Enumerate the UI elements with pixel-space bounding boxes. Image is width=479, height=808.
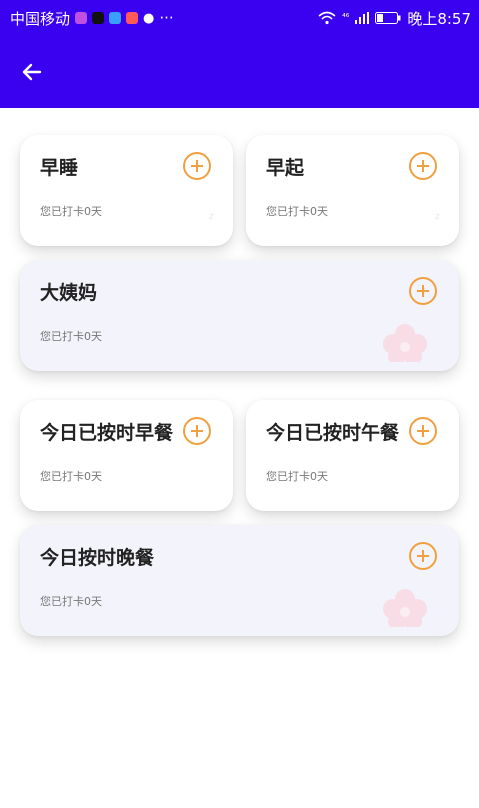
add-checkin-button[interactable] <box>409 417 437 445</box>
svg-text:z: z <box>209 212 214 222</box>
card-title: 今日已按时早餐 <box>40 422 174 444</box>
moon-icon: z <box>420 208 443 231</box>
video-icon <box>126 12 139 24</box>
back-arrow-icon[interactable] <box>18 58 46 86</box>
card-title: 早起 <box>266 157 305 179</box>
network-type-label: ⁴⁶ <box>342 13 350 23</box>
card-checkin-count: 您已打卡0天 <box>266 470 328 483</box>
checkin-card-lunch[interactable]: 今日已按时午餐 您已打卡0天 <box>246 400 459 511</box>
checkin-card-period[interactable]: 大姨妈 您已打卡0天 <box>20 260 459 371</box>
card-checkin-count: 您已打卡0天 <box>40 470 102 483</box>
card-checkin-count: 您已打卡0天 <box>266 205 328 218</box>
add-checkin-button[interactable] <box>183 417 211 445</box>
clock-label: 晚上8:57 <box>407 9 471 28</box>
carrier-label: 中国移动 <box>10 9 71 28</box>
card-title: 今日已按时午餐 <box>266 422 400 444</box>
card-title: 大姨妈 <box>40 282 98 304</box>
battery-icon <box>375 12 401 24</box>
checkin-card-dinner[interactable]: 今日按时晚餐 您已打卡0天 <box>20 525 459 636</box>
moon-icon: z <box>194 208 217 231</box>
tiktok-icon <box>92 12 105 24</box>
flower-icon <box>383 589 427 627</box>
card-checkin-count: 您已打卡0天 <box>40 595 102 608</box>
add-checkin-button[interactable] <box>409 542 437 570</box>
app-bar <box>0 36 479 108</box>
flower-icon <box>383 324 427 362</box>
checkin-card-breakfast[interactable]: 今日已按时早餐 您已打卡0天 <box>20 400 233 511</box>
signal-icon <box>355 12 370 24</box>
card-checkin-count: 您已打卡0天 <box>40 205 102 218</box>
card-checkin-count: 您已打卡0天 <box>40 330 102 343</box>
add-checkin-button[interactable] <box>409 277 437 305</box>
svg-text:z: z <box>435 212 440 222</box>
more-notifications-icon: ··· <box>159 9 174 27</box>
card-title: 今日按时晚餐 <box>40 547 155 569</box>
card-title: 早睡 <box>40 157 79 179</box>
add-checkin-button[interactable] <box>183 152 211 180</box>
app-notification-icon <box>75 12 88 24</box>
checkin-card-early-sleep[interactable]: 早睡 您已打卡0天 z <box>20 135 233 246</box>
checkin-card-early-rise[interactable]: 早起 您已打卡0天 z <box>246 135 459 246</box>
moon-icon <box>194 473 217 496</box>
chat-icon: ● <box>143 10 155 26</box>
status-bar: 中国移动 ● ··· ⁴⁶ 晚上8:57 <box>0 0 479 36</box>
wifi-icon <box>318 11 336 25</box>
moon-icon <box>420 473 443 496</box>
add-checkin-button[interactable] <box>409 152 437 180</box>
gallery-icon <box>109 12 122 24</box>
